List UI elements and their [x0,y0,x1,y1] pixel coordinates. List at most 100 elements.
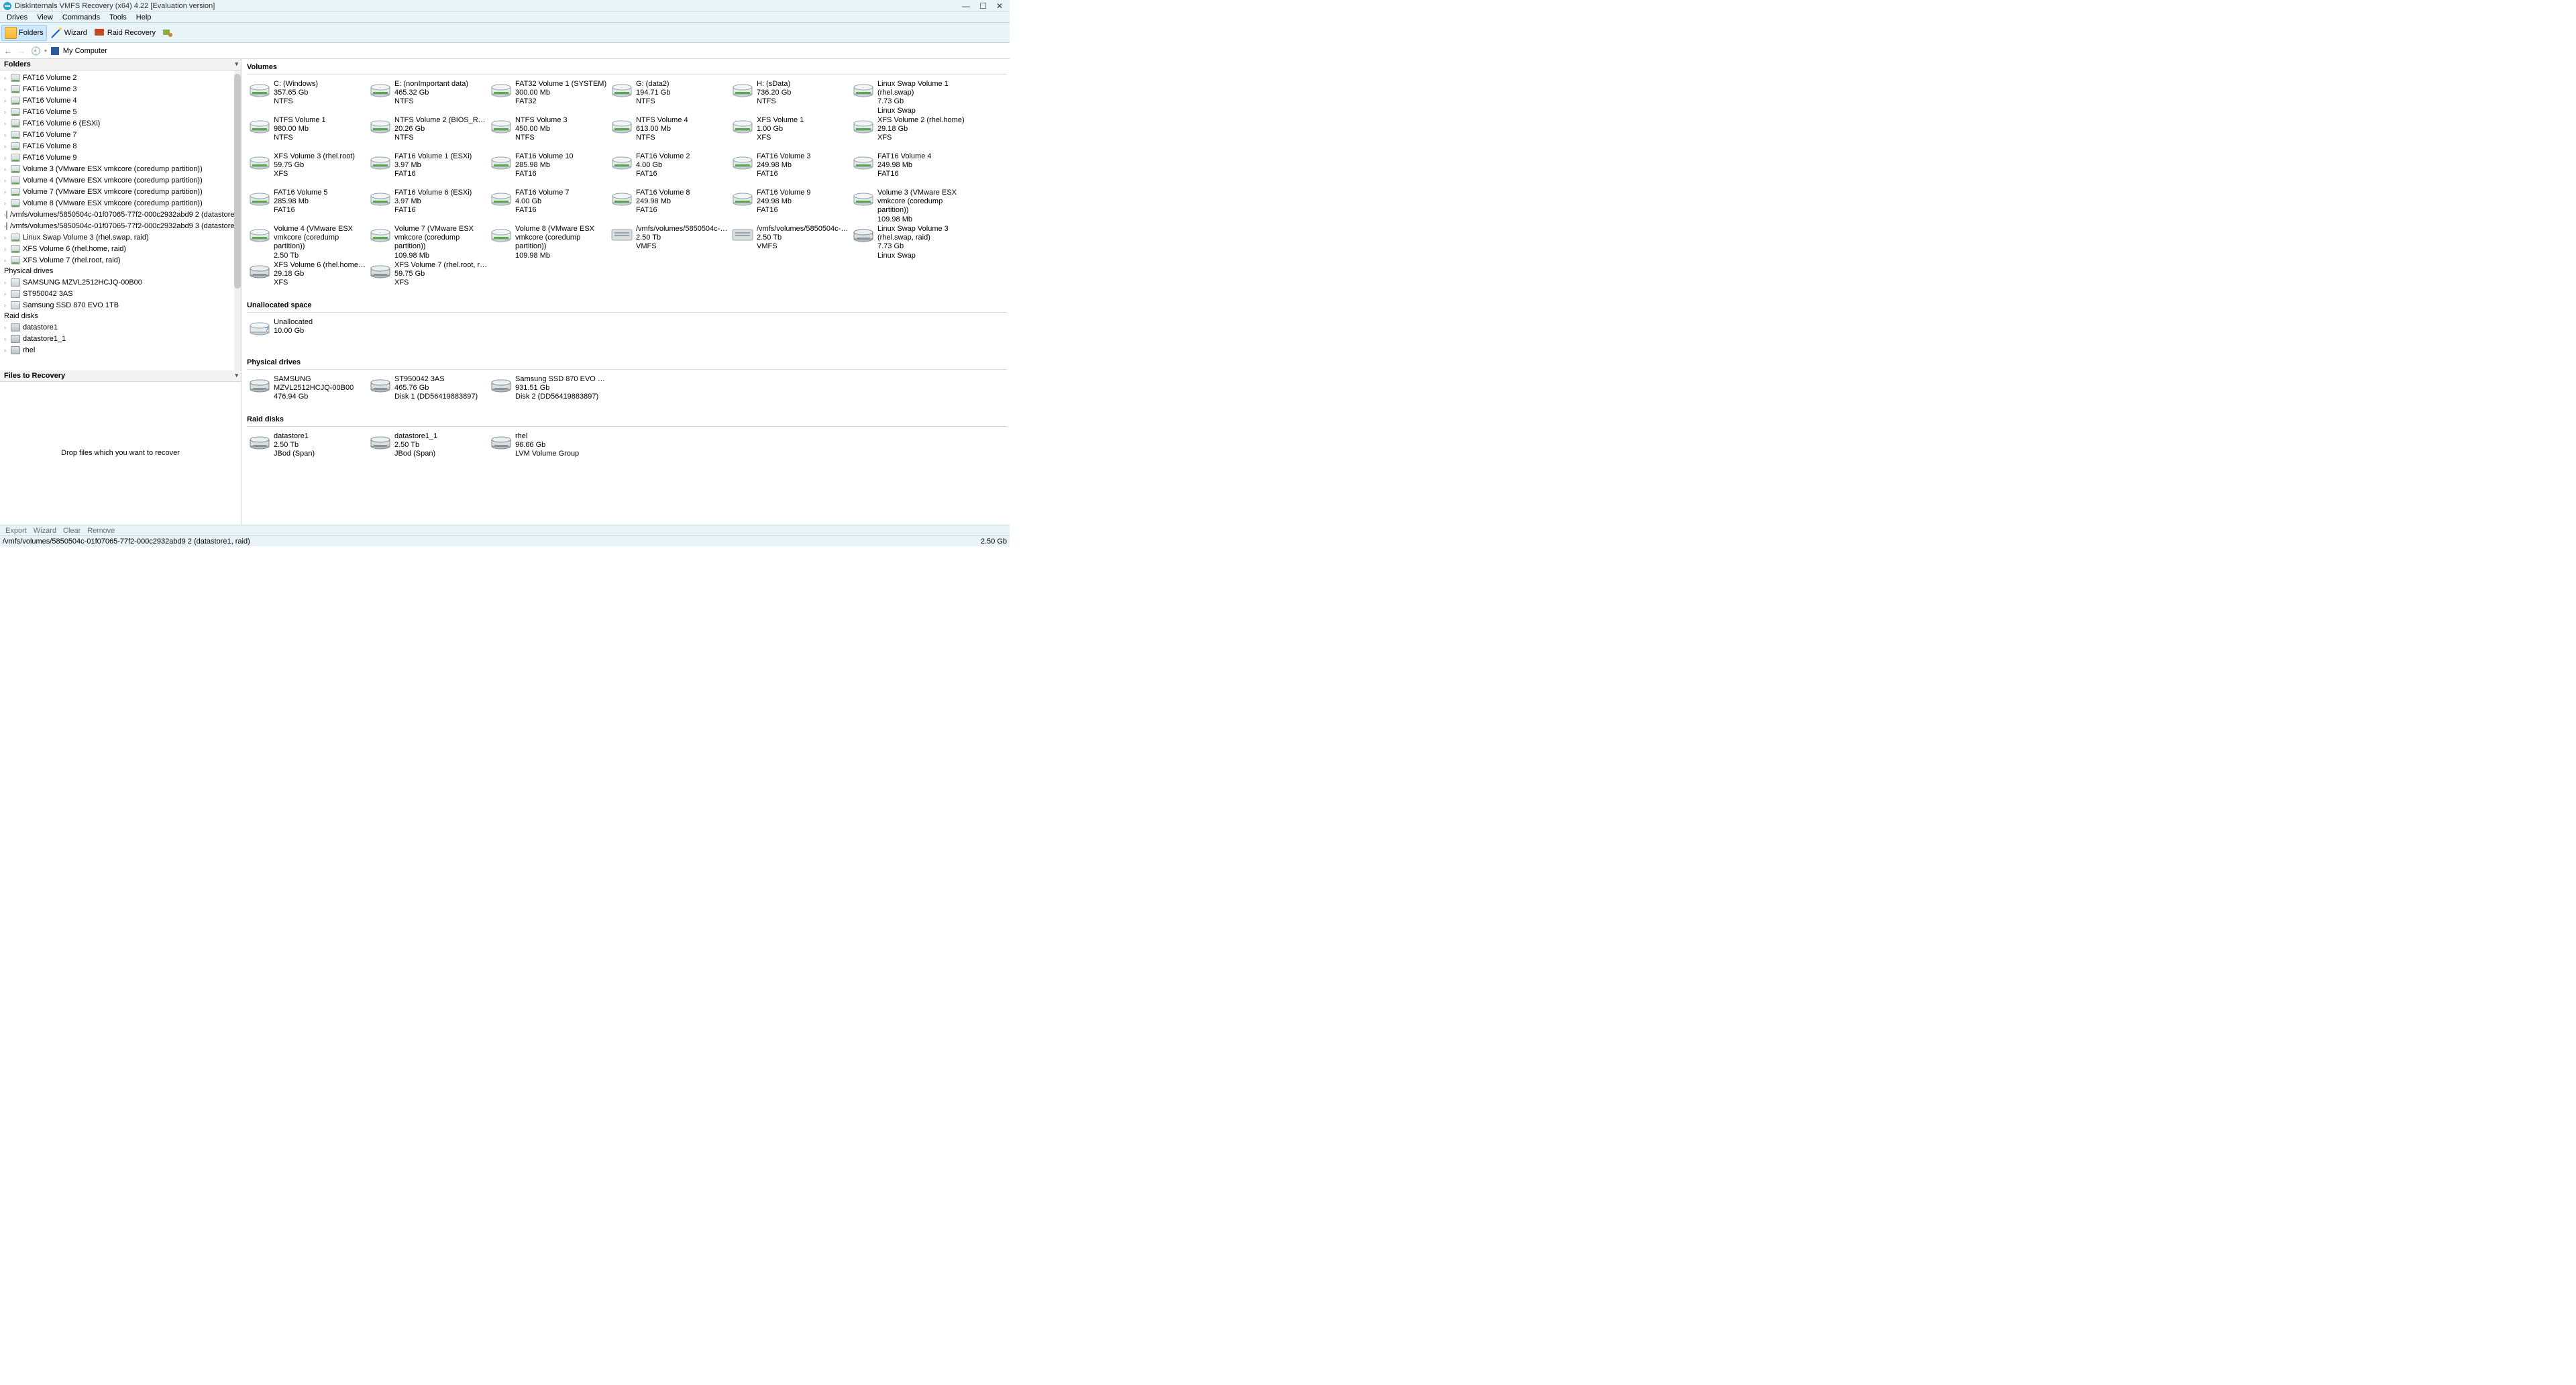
expand-icon[interactable]: › [4,336,11,342]
toolbar-folders[interactable]: Folders [1,25,47,41]
tree-item[interactable]: ›XFS Volume 6 (rhel.home, raid) [0,243,241,254]
expand-icon[interactable]: › [4,120,11,127]
expand-icon[interactable]: › [4,166,11,172]
tree-item[interactable]: ›FAT16 Volume 2 [0,72,241,83]
list-item[interactable]: NTFS Volume 1980.00 MbNTFS [247,115,368,147]
list-item[interactable]: Samsung SSD 870 EVO 1TB931.51 GbDisk 2 (… [488,374,609,406]
list-item[interactable]: FAT16 Volume 1 (ESXi)3.97 MbFAT16 [368,151,488,183]
tree-item[interactable]: ›FAT16 Volume 5 [0,106,241,117]
tree-item[interactable]: ›rhel [0,344,241,356]
tree-item[interactable]: ›datastore1_1 [0,333,241,344]
list-item[interactable]: XFS Volume 6 (rhel.home, raid)29.18 GbXF… [247,260,368,292]
expand-icon[interactable]: › [4,109,11,115]
list-item[interactable]: FAT16 Volume 8249.98 MbFAT16 [609,187,730,219]
list-item[interactable]: datastore1_12.50 TbJBod (Span) [368,431,488,463]
recovery-drop-zone[interactable]: Drop files which you want to recover [0,382,241,524]
list-item[interactable]: NTFS Volume 3450.00 MbNTFS [488,115,609,147]
tree-item[interactable]: ›/vmfs/volumes/5850504c-01f07065-77f2-00… [0,209,241,220]
list-item[interactable]: FAT16 Volume 24.00 GbFAT16 [609,151,730,183]
address-path[interactable]: My Computer [63,47,107,55]
tree-item[interactable]: ›Volume 8 (VMware ESX vmkcore (coredump … [0,197,241,209]
expand-icon[interactable]: › [4,200,11,207]
tree-scrollbar[interactable] [234,70,241,370]
wizard-button[interactable]: Wizard [31,527,59,535]
list-item[interactable]: Linux Swap Volume 3 (rhel.swap, raid)7.7… [851,223,971,256]
list-item[interactable]: NTFS Volume 2 (BIOS_RVY)20.26 GbNTFS [368,115,488,147]
maximize-button[interactable]: ☐ [979,1,987,11]
tree-item[interactable]: ›Volume 4 (VMware ESX vmkcore (coredump … [0,174,241,186]
toolbar-wizard[interactable]: Wizard [48,25,90,41]
content-area[interactable]: Volumes C: (Windows)357.65 GbNTFSE: (non… [241,59,1010,525]
list-item[interactable]: FAT16 Volume 74.00 GbFAT16 [488,187,609,219]
list-item[interactable]: FAT16 Volume 3249.98 MbFAT16 [730,151,851,183]
expand-icon[interactable]: › [4,154,11,161]
list-item[interactable]: ?Unallocated10.00 Gb [247,317,368,349]
list-item[interactable]: E: (nonImportant data)465.32 GbNTFS [368,79,488,111]
expand-icon[interactable]: › [4,257,11,264]
list-item[interactable]: FAT16 Volume 9249.98 MbFAT16 [730,187,851,219]
expand-icon[interactable]: › [4,347,11,354]
list-item[interactable]: /vmfs/volumes/5850504c-01f07065-77f2-000… [609,223,730,256]
tree-item[interactable]: ›FAT16 Volume 6 (ESXi) [0,117,241,129]
menu-commands[interactable]: Commands [58,13,104,21]
expand-icon[interactable]: › [4,189,11,195]
tree-item[interactable]: ›FAT16 Volume 9 [0,152,241,163]
expand-icon[interactable]: › [4,86,11,93]
toolbar-raid[interactable]: Raid Recovery [91,25,158,41]
expand-icon[interactable]: › [4,279,11,286]
list-item[interactable]: FAT32 Volume 1 (SYSTEM)300.00 MbFAT32 [488,79,609,111]
expand-icon[interactable]: › [4,234,11,241]
tree-item[interactable]: ›XFS Volume 7 (rhel.root, raid) [0,254,241,266]
expand-icon[interactable]: › [4,291,11,297]
list-item[interactable]: FAT16 Volume 5285.98 MbFAT16 [247,187,368,219]
list-item[interactable]: FAT16 Volume 6 (ESXi)3.97 MbFAT16 [368,187,488,219]
tree-item[interactable]: ›SAMSUNG MZVL2512HCJQ-00B00 [0,276,241,288]
menu-view[interactable]: View [33,13,57,21]
menu-tools[interactable]: Tools [105,13,131,21]
back-button[interactable]: ← [4,46,13,56]
scroll-thumb[interactable] [234,74,241,289]
minimize-button[interactable]: — [962,1,970,11]
list-item[interactable]: ST950042 3AS465.76 GbDisk 1 (DD564198838… [368,374,488,406]
list-item[interactable]: XFS Volume 11.00 GbXFS [730,115,851,147]
close-button[interactable]: ✕ [996,1,1003,11]
collapse-icon[interactable]: ▾ [235,372,238,379]
expand-icon[interactable]: › [4,177,11,184]
folder-tree[interactable]: ›FAT16 Volume 2›FAT16 Volume 3›FAT16 Vol… [0,70,241,370]
list-item[interactable]: FAT16 Volume 4249.98 MbFAT16 [851,151,971,183]
expand-icon[interactable]: › [4,302,11,309]
export-button[interactable]: Export [3,527,30,535]
clear-button[interactable]: Clear [60,527,83,535]
menu-help[interactable]: Help [132,13,156,21]
list-item[interactable]: Volume 3 (VMware ESX vmkcore (coredump p… [851,187,971,219]
history-button[interactable]: 🕘▾ [31,46,40,56]
list-item[interactable]: XFS Volume 3 (rhel.root)59.75 GbXFS [247,151,368,183]
forward-button[interactable]: → [17,46,27,56]
tree-item[interactable]: ›FAT16 Volume 4 [0,95,241,106]
list-item[interactable]: XFS Volume 7 (rhel.root, raid)59.75 GbXF… [368,260,488,292]
list-item[interactable]: Volume 4 (VMware ESX vmkcore (coredump p… [247,223,368,256]
tree-item[interactable]: ›datastore1 [0,321,241,333]
list-item[interactable]: G: (data2)194.71 GbNTFS [609,79,730,111]
tree-item[interactable]: ›Volume 3 (VMware ESX vmkcore (coredump … [0,163,241,174]
list-item[interactable]: NTFS Volume 4613.00 MbNTFS [609,115,730,147]
list-item[interactable]: FAT16 Volume 10285.98 MbFAT16 [488,151,609,183]
expand-icon[interactable]: › [4,143,11,150]
tree-item[interactable]: ›/vmfs/volumes/5850504c-01f07065-77f2-00… [0,220,241,232]
list-item[interactable]: XFS Volume 2 (rhel.home)29.18 GbXFS [851,115,971,147]
expand-icon[interactable]: › [4,246,11,252]
list-item[interactable]: C: (Windows)357.65 GbNTFS [247,79,368,111]
list-item[interactable]: rhel96.66 GbLVM Volume Group [488,431,609,463]
collapse-icon[interactable]: ▾ [235,60,238,68]
expand-icon[interactable]: › [4,97,11,104]
list-item[interactable]: Volume 7 (VMware ESX vmkcore (coredump p… [368,223,488,256]
tree-item[interactable]: ›FAT16 Volume 7 [0,129,241,140]
tree-item[interactable]: ›Samsung SSD 870 EVO 1TB [0,299,241,311]
expand-icon[interactable]: › [4,324,11,331]
list-item[interactable]: SAMSUNG MZVL2512HCJQ-00B00476.94 Gb [247,374,368,406]
expand-icon[interactable]: › [4,132,11,138]
tree-item[interactable]: ›FAT16 Volume 3 [0,83,241,95]
list-item[interactable]: H: (sData)736.20 GbNTFS [730,79,851,111]
remove-button[interactable]: Remove [85,527,117,535]
list-item[interactable]: Linux Swap Volume 1 (rhel.swap)7.73 GbLi… [851,79,971,111]
